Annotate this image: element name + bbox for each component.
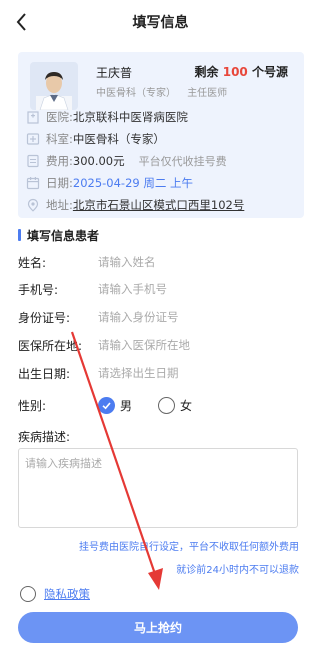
gender-label: 性别: xyxy=(18,398,47,413)
phone-input[interactable] xyxy=(98,282,302,296)
hospital-label: 医院: xyxy=(46,110,73,124)
section-accent-bar xyxy=(18,229,21,241)
gender-row: 性别: 男 女 xyxy=(18,395,302,415)
fee-label: 费用: xyxy=(46,154,73,168)
address-label: 地址: xyxy=(46,198,73,212)
remain-suffix: 个号源 xyxy=(251,65,288,79)
date-row: 日期: 2025-04-29 周二 上午 xyxy=(26,174,193,192)
female-label: 女 xyxy=(180,398,193,413)
id-number-input[interactable] xyxy=(98,310,302,324)
fee-row: 费用: 300.00元 平台仅代收挂号费 xyxy=(26,152,227,170)
date-label: 日期: xyxy=(46,176,73,190)
id-row: 身份证号: xyxy=(18,307,302,327)
birth-date-picker[interactable] xyxy=(98,366,302,380)
fee-value: 300.00元 xyxy=(72,154,125,168)
department-value: 中医骨科（专家） xyxy=(72,132,165,146)
phone-row: 手机号: xyxy=(18,279,302,299)
gender-options: 男 女 xyxy=(98,396,218,414)
disease-description-input[interactable] xyxy=(19,449,297,527)
remain-prefix: 剩余 xyxy=(194,65,219,79)
insurance-label: 医保所在地: xyxy=(18,338,83,353)
department-icon xyxy=(26,133,40,145)
birth-label: 出生日期: xyxy=(18,366,71,381)
top-bar: 填写信息 xyxy=(0,0,321,44)
fee-icon xyxy=(27,154,39,168)
gender-female-option[interactable]: 女 xyxy=(158,396,193,414)
phone-label: 手机号: xyxy=(18,282,59,297)
insurance-row: 医保所在地: xyxy=(18,335,302,355)
address-value[interactable]: 北京市石景山区模式口西里102号 xyxy=(73,197,244,213)
privacy-radio[interactable] xyxy=(20,586,36,602)
back-arrow-icon[interactable] xyxy=(10,9,36,35)
gender-male-option[interactable]: 男 xyxy=(98,396,133,414)
doctor-department: 中医骨科（专家） xyxy=(96,88,176,99)
name-label: 姓名: xyxy=(18,255,47,270)
department-row: 科室: 中医骨科（专家） xyxy=(26,130,165,148)
remaining-slots: 剩余 100 个号源 xyxy=(195,63,288,80)
id-label: 身份证号: xyxy=(18,310,71,325)
location-icon xyxy=(27,198,39,212)
doctor-card: 王庆普 剩余 100 个号源 中医骨科（专家） 主任医师 医院: 北京联科中医肾… xyxy=(18,52,304,218)
disease-description-box xyxy=(18,448,298,528)
doctor-name: 王庆普 xyxy=(96,66,133,80)
patient-section-title: 填写信息患者 xyxy=(18,228,100,243)
hospital-icon xyxy=(27,111,39,124)
privacy-agreement[interactable]: 隐私政策 xyxy=(20,586,90,602)
section-title-text: 填写信息患者 xyxy=(27,228,100,243)
address-row: 地址: 北京市石景山区模式口西里102号 xyxy=(26,196,244,214)
hospital-row: 医院: 北京联科中医肾病医院 xyxy=(26,108,188,126)
doctor-position: 主任医师 xyxy=(187,88,228,99)
name-input[interactable] xyxy=(98,255,302,269)
male-radio-checked[interactable] xyxy=(98,396,115,414)
hospital-value: 北京联科中医肾病医院 xyxy=(72,110,188,124)
page-title: 填写信息 xyxy=(132,15,189,31)
male-label: 男 xyxy=(120,398,133,413)
doctor-avatar xyxy=(30,62,78,110)
disease-description-label: 疾病描述: xyxy=(18,430,71,444)
department-label: 科室: xyxy=(46,132,73,146)
birth-row: 出生日期: xyxy=(18,363,302,383)
refund-policy-note: 就诊前24小时内不可以退款 xyxy=(176,565,299,576)
privacy-policy-link[interactable]: 隐私政策 xyxy=(44,586,90,602)
check-icon xyxy=(102,401,111,409)
fee-policy-note: 挂号费由医院自行设定，平台不收取任何额外费用 xyxy=(79,542,299,553)
insurance-location-input[interactable] xyxy=(98,338,302,352)
calendar-icon xyxy=(26,177,40,190)
date-value: 2025-04-29 周二 上午 xyxy=(72,176,194,190)
doctor-subtitle: 中医骨科（专家） 主任医师 xyxy=(96,84,235,99)
female-radio[interactable] xyxy=(158,396,176,414)
name-row: 姓名: xyxy=(18,252,302,272)
remain-count: 100 xyxy=(222,65,248,79)
fee-note: 平台仅代收挂号费 xyxy=(138,155,227,168)
submit-booking-button[interactable]: 马上抢约 xyxy=(18,612,298,643)
